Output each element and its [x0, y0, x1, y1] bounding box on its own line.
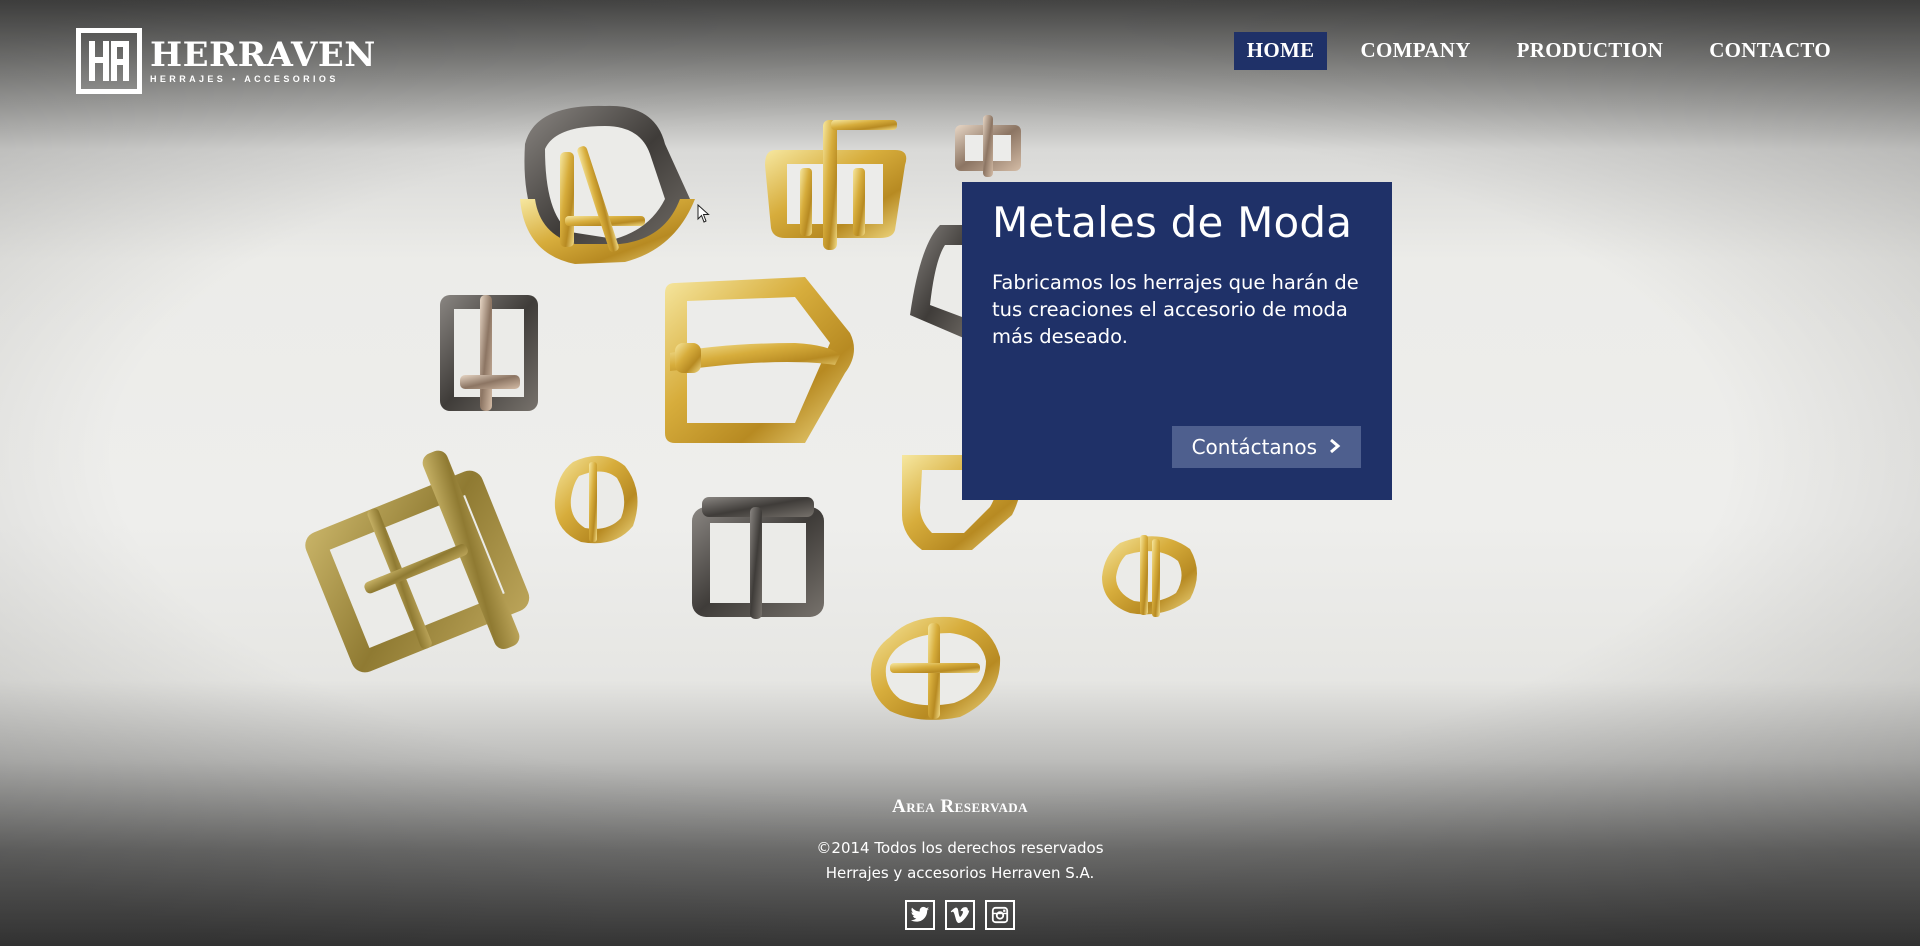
mouse-cursor-icon: [697, 204, 710, 223]
company-name: Herrajes y accesorios Herraven S.A.: [825, 864, 1095, 882]
buckle-4: [440, 295, 538, 411]
buckle-3: [955, 115, 1021, 177]
buckle-8: [554, 455, 638, 544]
buckle-5: [665, 277, 854, 443]
contact-button-label: Contáctanos: [1191, 435, 1317, 459]
vimeo-icon[interactable]: [945, 900, 975, 930]
nav-production[interactable]: PRODUCTION: [1504, 32, 1677, 70]
copyright-text: ©2014 Todos los derechos reservados: [816, 839, 1104, 857]
nav-home[interactable]: HOME: [1233, 32, 1328, 70]
buckle-11: [1102, 535, 1197, 617]
social-links: [0, 900, 1920, 930]
reserved-area-link[interactable]: Area Reservada: [0, 796, 1920, 818]
nav-company[interactable]: COMPANY: [1347, 32, 1483, 70]
footer: Area Reservada ©2014 Todos los derechos …: [0, 796, 1920, 930]
brand-tagline: HERRAJES • ACCESORIOS: [150, 74, 339, 84]
promo-text: Fabricamos los herrajes que harán de tus…: [992, 271, 1359, 348]
logo-mark-icon: [76, 28, 142, 94]
buckle-12: [870, 616, 1001, 720]
twitter-icon[interactable]: [905, 900, 935, 930]
instagram-icon[interactable]: [985, 900, 1015, 930]
buckle-2: [765, 120, 907, 250]
chevron-right-icon: [1329, 435, 1341, 459]
brand-name: HERRAVEN: [150, 35, 376, 75]
contact-button[interactable]: Contáctanos: [1171, 426, 1361, 468]
main-nav: HOME COMPANY PRODUCTION CONTACTO: [1233, 32, 1844, 70]
promo-panel: Metales de Moda Fabricamos los herrajes …: [962, 182, 1392, 500]
nav-contacto[interactable]: CONTACTO: [1696, 32, 1844, 70]
brand-logo[interactable]: HERRAVEN HERRAJES • ACCESORIOS: [76, 28, 376, 94]
buckle-1: [520, 105, 695, 264]
buckle-7: [305, 450, 530, 673]
promo-title: Metales de Moda: [992, 198, 1353, 247]
buckle-9: [692, 497, 824, 619]
